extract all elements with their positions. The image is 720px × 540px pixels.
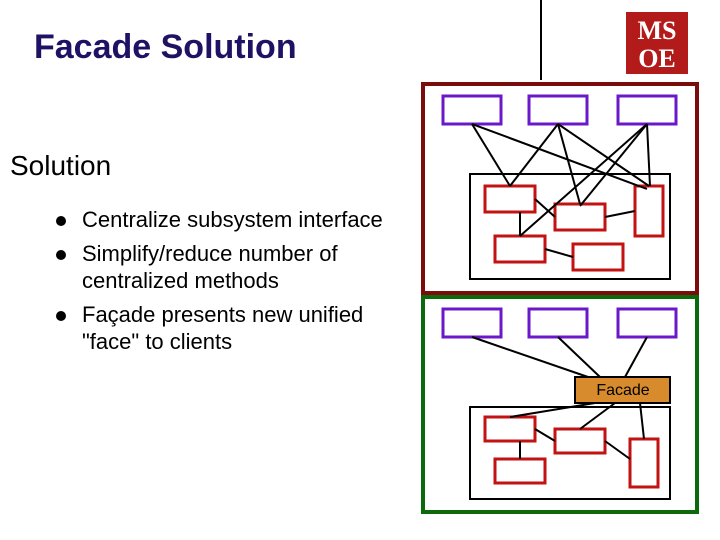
section-heading: Solution <box>10 150 111 182</box>
subsystem-box <box>555 429 605 453</box>
subsystem-box <box>495 236 545 262</box>
bullet-icon <box>56 311 66 321</box>
connector <box>545 249 573 257</box>
list-item-text: Centralize subsystem interface <box>82 206 406 234</box>
list-item: Centralize subsystem interface <box>56 206 406 234</box>
connector <box>605 441 630 459</box>
client-box <box>529 96 587 124</box>
header-divider <box>540 0 542 80</box>
client-box <box>618 309 676 337</box>
connector <box>510 403 595 417</box>
subsystem-box <box>485 417 535 441</box>
subsystem-box <box>635 186 663 236</box>
connector <box>510 124 558 186</box>
list-item: Façade presents new unified "face" to cl… <box>56 301 406 356</box>
client-box <box>618 96 676 124</box>
connector <box>647 124 650 186</box>
subsystem-box <box>630 439 658 487</box>
connector <box>535 429 555 441</box>
diagram-with-facade: Facade <box>421 295 699 514</box>
connector <box>472 337 588 377</box>
connector <box>605 211 635 217</box>
client-box <box>529 309 587 337</box>
bullet-icon <box>56 250 66 260</box>
connector <box>472 124 510 186</box>
subsystem-box <box>485 186 535 212</box>
connector <box>640 403 644 439</box>
client-box <box>443 96 501 124</box>
client-box <box>443 309 501 337</box>
connector <box>558 337 600 377</box>
subsystem-box <box>495 459 545 483</box>
facade-label: Facade <box>596 382 649 399</box>
logo-line1: MS <box>629 17 685 45</box>
diagram-without-facade <box>421 82 699 295</box>
bullet-list: Centralize subsystem interface Simplify/… <box>56 206 406 362</box>
subsystem-box <box>555 204 605 230</box>
logo-line2: OE <box>629 45 685 73</box>
page-title: Facade Solution <box>34 28 297 67</box>
list-item: Simplify/reduce number of centralized me… <box>56 240 406 295</box>
subsystem-box <box>573 244 623 270</box>
connector <box>625 337 647 377</box>
bullet-icon <box>56 216 66 226</box>
msoe-logo: MS OE <box>626 12 688 74</box>
list-item-text: Simplify/reduce number of centralized me… <box>82 240 406 295</box>
list-item-text: Façade presents new unified "face" to cl… <box>82 301 406 356</box>
